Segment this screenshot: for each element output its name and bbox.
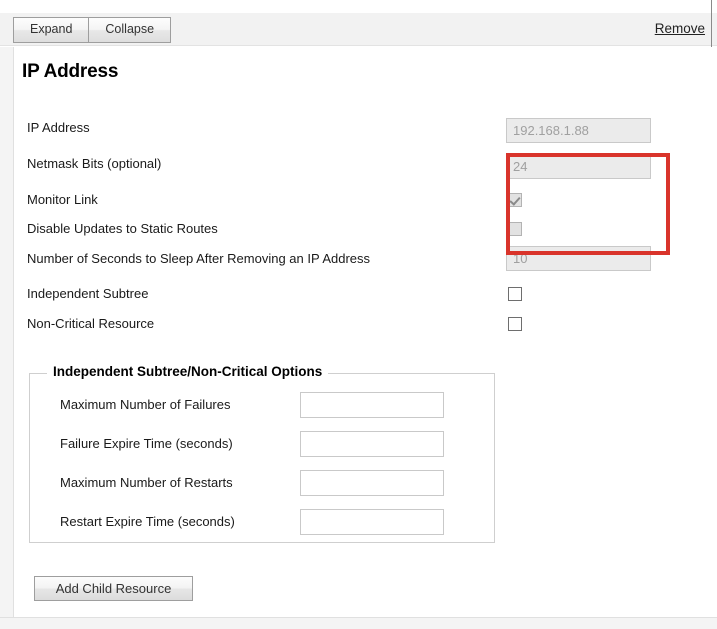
independent-subtree-checkbox[interactable]	[508, 286, 522, 301]
label-failure-expire-time: Failure Expire Time (seconds)	[60, 436, 233, 451]
collapse-button[interactable]: Collapse	[89, 17, 172, 43]
toolbar: Expand Collapse Remove	[0, 13, 717, 46]
fieldset-row-max-restarts: Maximum Number of Restarts	[30, 470, 494, 496]
label-independent-subtree: Independent Subtree	[27, 286, 149, 301]
max-restarts-input[interactable]	[300, 470, 444, 496]
label-non-critical-resource: Non-Critical Resource	[27, 316, 155, 331]
label-restart-expire-time: Restart Expire Time (seconds)	[60, 514, 235, 529]
form-row-netmask-bits: Netmask Bits (optional)	[14, 154, 700, 179]
form-row-sleep-seconds: Number of Seconds to Sleep After Removin…	[14, 246, 700, 271]
label-monitor-link: Monitor Link	[27, 192, 98, 207]
control-monitor-link	[508, 191, 522, 207]
top-white-strip	[0, 0, 717, 13]
control-max-failures	[300, 392, 444, 418]
fieldset-row-failure-expire-time: Failure Expire Time (seconds)	[30, 431, 494, 457]
sleep-seconds-input[interactable]	[506, 246, 651, 271]
page-root: Expand Collapse Remove IP Address IP Add…	[0, 0, 717, 629]
monitor-link-checkbox[interactable]	[508, 192, 522, 207]
form-row-ip-address: IP Address	[14, 118, 700, 143]
control-ip-address	[506, 118, 651, 143]
ip-address-input[interactable]	[506, 118, 651, 143]
independent-subtree-options-fieldset: Independent Subtree/Non-Critical Options…	[29, 364, 495, 543]
control-max-restarts	[300, 470, 444, 496]
control-independent-subtree	[508, 285, 522, 301]
label-ip-address: IP Address	[27, 120, 90, 135]
control-netmask-bits	[506, 154, 651, 179]
label-sleep-seconds: Number of Seconds to Sleep After Removin…	[27, 251, 371, 266]
remove-link[interactable]: Remove	[655, 21, 705, 36]
label-netmask-bits: Netmask Bits (optional)	[27, 156, 162, 171]
control-restart-expire-time	[300, 509, 444, 535]
max-failures-input[interactable]	[300, 392, 444, 418]
form-row-disable-static-routes: Disable Updates to Static Routes	[14, 219, 700, 239]
form-row-independent-subtree: Independent Subtree	[14, 284, 700, 304]
netmask-bits-input[interactable]	[506, 154, 651, 179]
bottom-band	[0, 617, 717, 629]
form-row-non-critical-resource: Non-Critical Resource	[14, 314, 700, 334]
left-gutter	[0, 47, 13, 617]
non-critical-resource-checkbox[interactable]	[508, 316, 522, 331]
page-title: IP Address	[22, 61, 119, 82]
label-max-restarts: Maximum Number of Restarts	[60, 475, 233, 490]
expand-collapse-button-group: Expand Collapse	[13, 17, 172, 43]
control-disable-static-routes	[508, 220, 522, 236]
disable-static-routes-checkbox[interactable]	[508, 221, 522, 236]
restart-expire-time-input[interactable]	[300, 509, 444, 535]
control-sleep-seconds	[506, 246, 651, 271]
control-failure-expire-time	[300, 431, 444, 457]
label-max-failures: Maximum Number of Failures	[60, 397, 231, 412]
add-child-resource-button[interactable]: Add Child Resource	[34, 576, 193, 601]
failure-expire-time-input[interactable]	[300, 431, 444, 457]
label-disable-static-routes: Disable Updates to Static Routes	[27, 221, 218, 236]
expand-button[interactable]: Expand	[13, 17, 90, 43]
resource-panel: IP Address IP Address Netmask Bits (opti…	[13, 47, 712, 617]
fieldset-row-restart-expire-time: Restart Expire Time (seconds)	[30, 509, 494, 535]
control-non-critical-resource	[508, 315, 522, 331]
fieldset-row-max-failures: Maximum Number of Failures	[30, 392, 494, 418]
form-row-monitor-link: Monitor Link	[14, 190, 700, 210]
options-fieldset-legend: Independent Subtree/Non-Critical Options	[47, 364, 329, 379]
